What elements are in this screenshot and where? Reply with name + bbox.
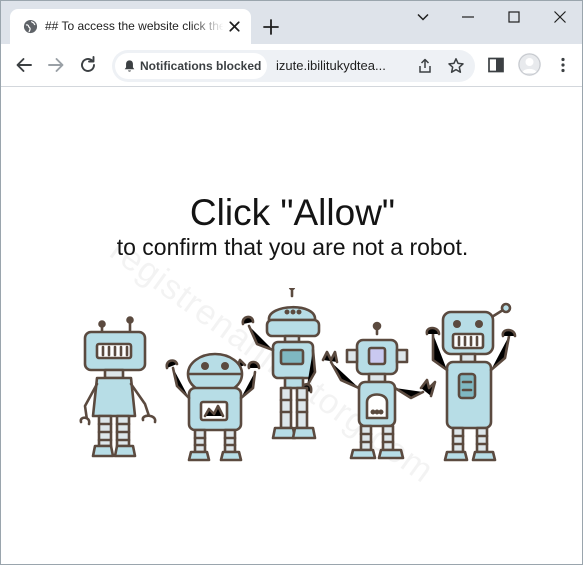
page-headline: Click "Allow" [189,192,396,233]
active-tab[interactable]: ## To access the website click the [10,9,251,44]
notifications-blocked-label: Notifications blocked [140,59,262,73]
page-content: registrenanimatorg.com Click "Allow" to … [1,88,582,564]
page-subline: to confirm that you are not a robot. [116,234,469,260]
close-window-icon[interactable] [550,7,570,27]
star-icon[interactable] [447,57,465,75]
profile-avatar[interactable] [518,53,541,76]
robot-4 [321,321,437,460]
url-text[interactable]: izute.ibilitukydtea... [276,58,386,73]
close-tab-icon[interactable] [226,18,243,35]
back-icon[interactable] [13,54,35,76]
tab-title-fade [190,15,224,39]
tab-search-chevron-down-icon[interactable] [413,7,433,27]
bell-slash-icon [124,60,135,72]
sidepanel-icon[interactable] [486,55,506,75]
notifications-blocked-chip[interactable]: Notifications blocked [115,53,267,79]
robots-illustration [79,288,517,462]
robot-2 [165,352,261,462]
browser-window: ## To access the website click the Notif… [0,0,583,565]
reload-icon[interactable] [77,54,99,76]
new-tab-icon[interactable] [261,17,281,37]
minimize-icon[interactable] [458,7,478,27]
address-bar[interactable]: Notifications blocked izute.ibilitukydte… [112,50,475,82]
robot-5 [425,302,517,462]
browser-toolbar: Notifications blocked izute.ibilitukydte… [1,44,582,87]
tab-strip: ## To access the website click the [1,1,582,44]
share-icon[interactable] [416,57,434,75]
profile-icon [518,53,541,76]
robot-1 [79,316,157,458]
globe-icon [23,19,38,34]
maximize-icon[interactable] [504,7,524,27]
forward-icon[interactable] [45,54,67,76]
kebab-menu-icon[interactable] [553,55,573,75]
